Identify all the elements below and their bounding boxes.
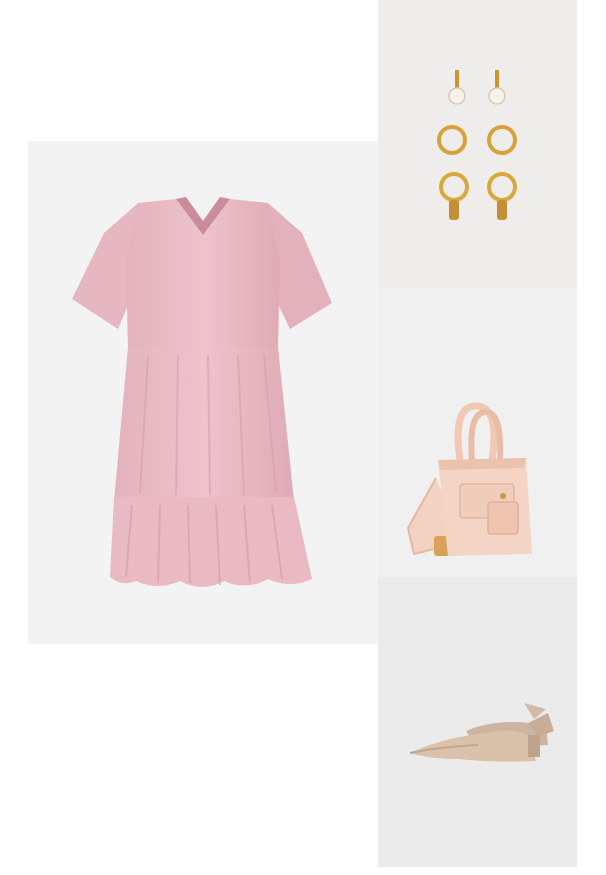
earrings-product-image[interactable] [378,0,577,288]
pink-tiered-dress [72,197,332,587]
charm-hoop-earrings [439,172,517,220]
pearl-stud-earrings [448,70,506,105]
dress-product-image[interactable] [28,141,378,644]
gold-earring-set [437,70,517,220]
handbag-product-image[interactable] [378,288,577,577]
pave-hoop-earrings [437,125,517,155]
outfit-collage: { "collage": { "items": [ {"id": "dress"… [0,0,606,875]
beige-pointed-flats [409,703,554,762]
blush-tote-bag [406,402,532,556]
flats-product-image[interactable] [378,577,577,867]
